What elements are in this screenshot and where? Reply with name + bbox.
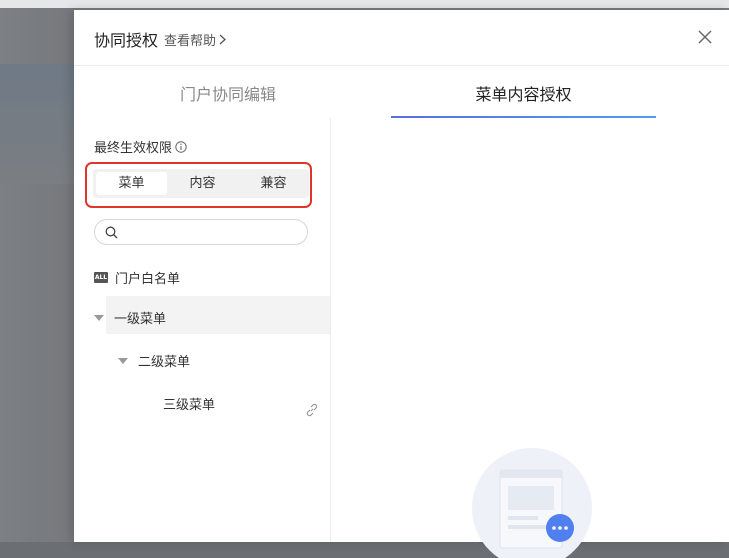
tree-item-label: 门户白名单 xyxy=(115,272,181,287)
caret-down-icon[interactable] xyxy=(94,314,104,321)
help-link[interactable]: 查看帮助 xyxy=(164,30,226,49)
chevron-right-icon xyxy=(219,34,226,45)
tree-item-whitelist[interactable]: ALL 门户白名单 xyxy=(94,268,180,287)
tab-label: 门户协同编辑 xyxy=(179,85,276,104)
background-topbar xyxy=(0,0,729,8)
link-icon[interactable] xyxy=(305,403,319,417)
search-icon xyxy=(105,226,118,238)
collaboration-auth-drawer: 协同授权 查看帮助 门户协同编辑 菜单内容授权 最终生效权限 菜单 内容 兼容 … xyxy=(74,10,729,558)
active-tab-indicator xyxy=(391,116,656,118)
info-icon[interactable] xyxy=(175,140,187,153)
segment-content[interactable]: 内容 xyxy=(167,169,238,198)
tab-label: 菜单内容授权 xyxy=(475,85,572,104)
tab-portal-collab-edit[interactable]: 门户协同编辑 xyxy=(114,66,342,118)
all-badge-icon: ALL xyxy=(94,272,108,283)
tree-item-level3[interactable]: 三级菜单 xyxy=(163,394,215,413)
permission-segment-control: 菜单 内容 兼容 xyxy=(93,169,309,198)
tree-item-level2[interactable]: 二级菜单 xyxy=(118,351,190,370)
tree-search-input[interactable] xyxy=(122,224,306,240)
tree-item-label: 一级菜单 xyxy=(114,312,167,327)
help-link-label: 查看帮助 xyxy=(164,34,217,49)
tree-item-label: 三级菜单 xyxy=(163,398,216,413)
drawer-header: 协同授权 查看帮助 xyxy=(74,10,729,66)
close-icon[interactable] xyxy=(697,29,713,45)
tab-menu-content-auth[interactable]: 菜单内容授权 xyxy=(391,66,656,118)
segment-menu[interactable]: 菜单 xyxy=(96,172,167,195)
drawer-title: 协同授权 xyxy=(94,31,159,50)
segment-compatible[interactable]: 兼容 xyxy=(238,169,309,198)
caret-down-icon[interactable] xyxy=(118,357,128,364)
tab-bar: 门户协同编辑 菜单内容授权 xyxy=(74,66,729,118)
permission-tree-panel: 最终生效权限 菜单 内容 兼容 ALL 门户白名单 一级菜单 二级菜单 三级菜单 xyxy=(74,118,331,542)
tree-search-box xyxy=(94,219,308,245)
final-permission-label: 最终生效权限 xyxy=(94,137,187,156)
tree-item-label: 二级菜单 xyxy=(138,355,191,370)
final-permission-text: 最终生效权限 xyxy=(94,141,173,156)
background-panel xyxy=(0,64,74,184)
tree-item-level1[interactable]: 一级菜单 xyxy=(94,308,166,327)
